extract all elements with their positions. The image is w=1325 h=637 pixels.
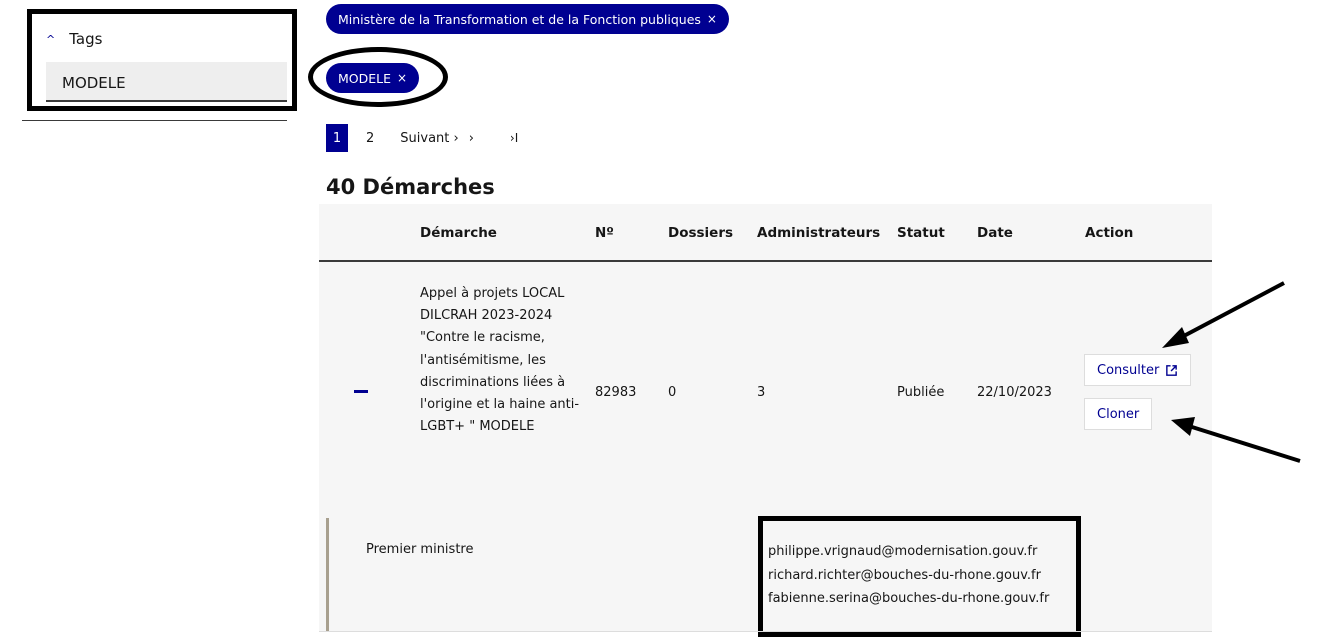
column-header-action: Action [1085,225,1134,241]
cloner-label: Cloner [1097,406,1140,422]
ministry-filter-pill[interactable]: Ministère de la Transformation et de la … [326,4,729,34]
column-header-administrateurs: Administrateurs [757,225,881,241]
tag-pill-highlight-ellipse [308,47,448,107]
chevron-up-icon: ^ [46,32,56,46]
pagination-last-link[interactable]: ›I [510,131,518,145]
column-header-numero: Nº [595,225,614,241]
close-icon[interactable]: × [707,12,717,26]
column-header-demarche: Démarche [420,225,497,241]
column-header-dossiers: Dossiers [668,225,734,241]
pagination: 1 2 Suivant › › ›I [326,124,518,152]
sidebar-divider [22,120,287,121]
demarche-title: Appel à projets LOCAL DILCRAH 2023-2024 … [420,286,580,435]
pagination-next-icon[interactable]: › [469,131,474,146]
tags-label: Tags [69,30,103,48]
consulter-label: Consulter [1097,362,1160,378]
pagination-next-link[interactable]: Suivant › [400,131,458,146]
publication-date: 22/10/2023 [977,385,1052,400]
tags-filter-toggle[interactable]: ^ Tags [46,30,102,48]
dossiers-count: 0 [668,385,677,400]
column-header-statut: Statut [897,225,945,241]
tags-select-input[interactable]: MODELE [46,62,287,102]
collapse-row-icon[interactable] [354,390,368,393]
pagination-page-current[interactable]: 1 [326,124,348,152]
results-heading: 40 Démarches [326,175,495,199]
consulter-button[interactable]: Consulter [1084,354,1192,386]
ministry-filter-label: Ministère de la Transformation et de la … [338,11,701,27]
pagination-page-2[interactable]: 2 [366,131,374,146]
detail-row-accent-bar [326,518,329,631]
administrateurs-count: 3 [757,385,766,400]
table-bottom-border [319,631,1212,632]
organisation-name: Premier ministre [366,542,474,557]
status-badge: Publiée [897,385,945,400]
demarche-number: 82983 [595,385,637,400]
external-link-icon [1166,364,1178,376]
cloner-button[interactable]: Cloner [1084,398,1153,430]
column-header-date: Date [977,225,1013,241]
emails-highlight-box [758,516,1081,637]
